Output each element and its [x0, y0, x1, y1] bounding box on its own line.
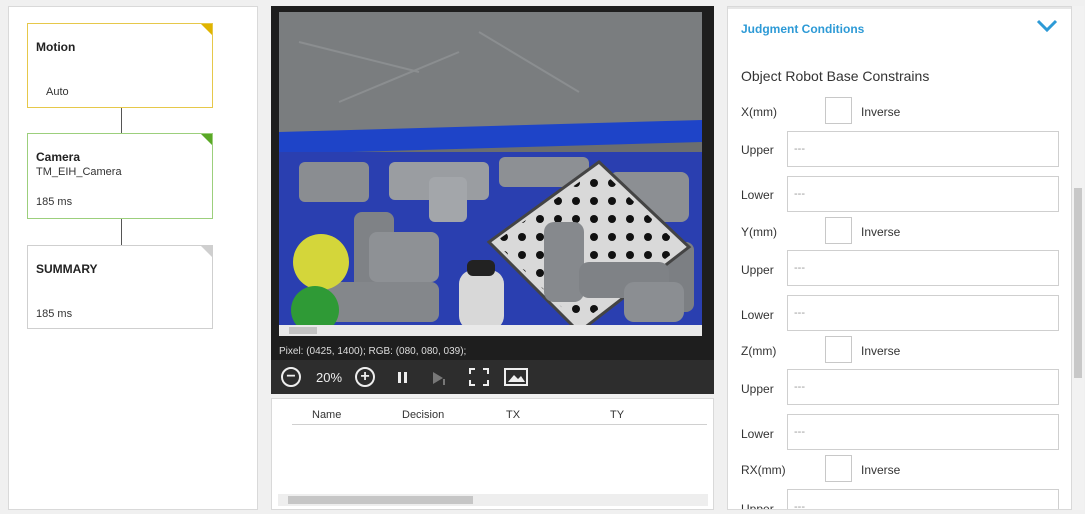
table-horizontal-scrollbar[interactable] — [278, 494, 708, 506]
lower-input-x[interactable] — [787, 176, 1059, 212]
axis-label-rx: RX(mm) — [741, 463, 786, 477]
motion-title: Motion — [36, 40, 76, 54]
camera-title: Camera — [36, 150, 81, 164]
step-icon[interactable] — [431, 370, 447, 386]
upper-label: Upper — [741, 263, 774, 277]
pixel-info: Pixel: (0425, 1400); RGB: (080, 080, 039… — [279, 346, 467, 357]
camera-image-scene — [279, 12, 702, 336]
upper-label: Upper — [741, 382, 774, 396]
zoom-out-icon[interactable]: − — [281, 367, 301, 387]
scrollbar-thumb[interactable] — [288, 496, 473, 504]
column-header-ty[interactable]: TY — [610, 409, 624, 421]
judgment-header[interactable]: Judgment Conditions — [728, 7, 1071, 43]
zoom-level: 20% — [316, 370, 343, 385]
image-horizontal-scrollbar[interactable] — [279, 325, 702, 336]
inverse-label: Inverse — [861, 463, 901, 477]
upper-input-rx[interactable] — [787, 489, 1059, 509]
fit-screen-icon[interactable] — [469, 368, 489, 386]
section-title: Object Robot Base Constrains — [741, 68, 930, 84]
camera-node[interactable]: Camera TM_EIH_Camera 185 ms — [27, 133, 213, 219]
axis-label-z: Z(mm) — [741, 344, 777, 358]
upper-input-y[interactable] — [787, 250, 1059, 286]
upper-label: Upper — [741, 502, 774, 510]
header-divider — [292, 424, 707, 425]
upper-input-x[interactable] — [787, 131, 1059, 167]
chevron-down-icon[interactable] — [1036, 19, 1058, 33]
inverse-checkbox-y[interactable] — [825, 217, 852, 244]
pause-icon[interactable] — [397, 371, 409, 384]
camera-name: TM_EIH_Camera — [36, 166, 122, 178]
axis-label-x: X(mm) — [741, 105, 777, 119]
node-status-corner — [201, 134, 212, 145]
inverse-label: Inverse — [861, 105, 901, 119]
motion-node[interactable]: Motion Auto — [27, 23, 213, 108]
inverse-checkbox-x[interactable] — [825, 97, 852, 124]
viewer-toolbar: − 20% + — [271, 360, 714, 394]
scrollbar-thumb[interactable] — [1074, 188, 1082, 378]
lower-label: Lower — [741, 308, 774, 322]
upper-label: Upper — [741, 143, 774, 157]
lower-label: Lower — [741, 188, 774, 202]
summary-title: SUMMARY — [36, 262, 98, 276]
inverse-checkbox-z[interactable] — [825, 336, 852, 363]
node-status-corner — [201, 24, 212, 35]
camera-image[interactable] — [279, 12, 702, 336]
inverse-checkbox-rx[interactable] — [825, 455, 852, 482]
judgment-title: Judgment Conditions — [741, 22, 865, 36]
lower-input-z[interactable] — [787, 414, 1059, 450]
inverse-label: Inverse — [861, 225, 901, 239]
zoom-in-icon[interactable]: + — [355, 367, 375, 387]
lower-label: Lower — [741, 427, 774, 441]
lower-input-y[interactable] — [787, 295, 1059, 331]
judgment-vertical-scrollbar[interactable] — [1072, 6, 1084, 510]
camera-time: 185 ms — [36, 196, 73, 208]
summary-node[interactable]: SUMMARY 185 ms — [27, 245, 213, 329]
flow-connector — [121, 219, 122, 245]
flow-panel: Motion Auto Camera TM_EIH_Camera 185 ms … — [8, 6, 258, 510]
image-viewer: Pixel: (0425, 1400); RGB: (080, 080, 039… — [271, 6, 714, 394]
column-header-name[interactable]: Name — [312, 409, 341, 421]
upper-input-z[interactable] — [787, 369, 1059, 405]
summary-time: 185 ms — [36, 308, 73, 320]
image-icon[interactable] — [504, 368, 528, 386]
flow-connector — [121, 108, 122, 133]
column-header-decision[interactable]: Decision — [402, 409, 444, 421]
column-header-tx[interactable]: TX — [506, 409, 520, 421]
axis-label-y: Y(mm) — [741, 225, 777, 239]
judgment-panel: Judgment Conditions Object Robot Base Co… — [727, 6, 1072, 510]
results-table: Name Decision TX TY — [271, 398, 714, 510]
node-status-corner — [201, 246, 212, 257]
motion-status: Auto — [46, 86, 69, 98]
scrollbar-thumb[interactable] — [289, 327, 317, 334]
inverse-label: Inverse — [861, 344, 901, 358]
